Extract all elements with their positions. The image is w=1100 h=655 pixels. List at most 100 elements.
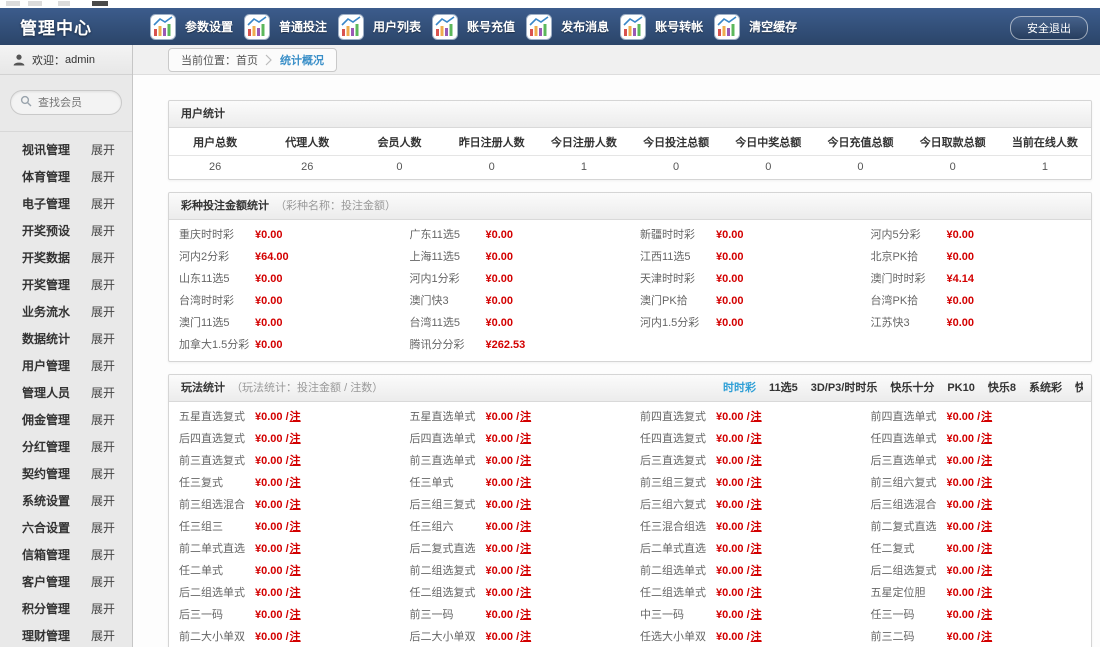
sidebar-item[interactable]: 理财管理 展开	[0, 622, 132, 647]
member-search	[0, 75, 132, 132]
play-unit-link[interactable]: 注	[290, 494, 301, 516]
play-unit-link[interactable]: 注	[520, 626, 531, 647]
nav-item-label: 账号充值	[467, 20, 516, 34]
play-unit-link[interactable]: 注	[290, 450, 301, 472]
search-input[interactable]	[38, 96, 116, 109]
lottery-stat-item: 山东11选5 ¥0.00	[169, 268, 400, 290]
nav-item[interactable]: 参数设置	[150, 13, 233, 40]
nav-item[interactable]: 发布消息	[526, 13, 609, 40]
play-stats-tab[interactable]: 快乐8	[988, 375, 1016, 401]
sidebar-item[interactable]: 开奖数据 展开	[0, 244, 132, 271]
play-unit-link[interactable]: 注	[520, 516, 531, 538]
play-unit-link[interactable]: 注	[290, 428, 301, 450]
sidebar-item-label: 契约管理	[22, 467, 71, 481]
lottery-name: 台湾时时彩	[179, 295, 234, 307]
play-unit-link[interactable]: 注	[290, 516, 301, 538]
play-unit-link[interactable]: 注	[751, 626, 762, 647]
sidebar-item[interactable]: 视讯管理 展开	[0, 136, 132, 163]
sidebar-item[interactable]: 客户管理 展开	[0, 568, 132, 595]
play-name: 后二复式直选	[409, 543, 476, 555]
play-unit-link[interactable]: 注	[751, 494, 762, 516]
play-stats-tab[interactable]: 系统彩	[1029, 375, 1062, 401]
play-unit-link[interactable]: 注	[520, 450, 531, 472]
breadcrumb-home[interactable]: 首页	[236, 52, 258, 68]
nav-item[interactable]: 清空缓存	[714, 13, 797, 40]
sidebar-item[interactable]: 开奖管理 展开	[0, 271, 132, 298]
sidebar-item[interactable]: 契约管理 展开	[0, 460, 132, 487]
sidebar-item[interactable]: 数据统计 展开	[0, 325, 132, 352]
play-unit-link[interactable]: 注	[290, 626, 301, 647]
sidebar-item[interactable]: 积分管理 展开	[0, 595, 132, 622]
play-unit-link[interactable]: 注	[290, 560, 301, 582]
play-stat-item: 前二大小单双 ¥0.00 / 注	[169, 626, 400, 647]
sidebar-item[interactable]: 系统设置 展开	[0, 487, 132, 514]
play-name: 任选大小单双	[640, 631, 706, 643]
play-unit-link[interactable]: 注	[751, 516, 762, 538]
play-unit-link[interactable]: 注	[520, 472, 531, 494]
sidebar-item[interactable]: 业务流水 展开	[0, 298, 132, 325]
nav-menu: 参数设置 普通投注 用户列表 账号充值 发布消息 账号转帐 清空缓存	[150, 13, 1100, 40]
play-unit-link[interactable]: 注	[520, 406, 531, 428]
sidebar-item[interactable]: 分红管理 展开	[0, 433, 132, 460]
play-unit-link[interactable]: 注	[981, 494, 992, 516]
play-unit-link[interactable]: 注	[520, 560, 531, 582]
play-unit-link[interactable]: 注	[751, 582, 762, 604]
play-stats-tab[interactable]: 快3	[1075, 375, 1083, 401]
play-unit-link[interactable]: 注	[520, 604, 531, 626]
nav-item[interactable]: 账号充值	[432, 13, 516, 40]
sidebar-item[interactable]: 佣金管理 展开	[0, 406, 132, 433]
play-unit-link[interactable]: 注	[981, 560, 992, 582]
sidebar-item[interactable]: 体育管理 展开	[0, 163, 132, 190]
breadcrumb-current[interactable]: 统计概况	[280, 52, 324, 68]
user-stats-title: 用户统计	[181, 108, 225, 120]
play-unit-link[interactable]: 注	[520, 428, 531, 450]
sidebar-item[interactable]: 开奖预设 展开	[0, 217, 132, 244]
play-amount: ¥0.00 /	[716, 455, 750, 467]
sidebar-item[interactable]: 六合设置 展开	[0, 514, 132, 541]
chart-icon	[338, 13, 365, 40]
play-unit-link[interactable]: 注	[751, 472, 762, 494]
play-unit-link[interactable]: 注	[290, 406, 301, 428]
play-unit-link[interactable]: 注	[290, 604, 301, 626]
play-unit-link[interactable]: 注	[981, 472, 992, 494]
nav-item[interactable]: 账号转帐	[620, 13, 704, 40]
user-stats-value-cell: 26	[208, 161, 222, 173]
logout-button[interactable]: 安全退出	[1010, 16, 1088, 40]
play-unit-link[interactable]: 注	[981, 604, 992, 626]
play-stats-tab[interactable]: 11选5	[769, 375, 798, 401]
play-unit-link[interactable]: 注	[751, 604, 762, 626]
play-unit-link[interactable]: 注	[751, 560, 762, 582]
play-unit-link[interactable]: 注	[751, 450, 762, 472]
play-stats-tab[interactable]: 3D/P3/时时乐	[811, 375, 878, 401]
play-unit-link[interactable]: 注	[981, 428, 992, 450]
nav-item[interactable]: 普通投注	[244, 13, 327, 40]
play-stats-tab[interactable]: 快乐十分	[890, 375, 934, 401]
play-unit-link[interactable]: 注	[520, 582, 531, 604]
play-unit-link[interactable]: 注	[981, 538, 992, 560]
sidebar-item[interactable]: 管理人员 展开	[0, 379, 132, 406]
play-unit-link[interactable]: 注	[290, 538, 301, 560]
play-unit-link[interactable]: 注	[290, 472, 301, 494]
play-unit-link[interactable]: 注	[981, 406, 992, 428]
nav-item-label: 账号转帐	[655, 20, 704, 34]
play-unit-link[interactable]: 注	[751, 428, 762, 450]
nav-item[interactable]: 用户列表	[338, 13, 421, 40]
play-stats-tab[interactable]: 时时彩	[723, 375, 756, 401]
sidebar-item[interactable]: 用户管理 展开	[0, 352, 132, 379]
sidebar-item[interactable]: 电子管理 展开	[0, 190, 132, 217]
play-unit-link[interactable]: 注	[751, 406, 762, 428]
play-stats-tabs: 时时彩 11选5 3D/P3/时时乐快乐十分 PK10 快乐8 系统彩快3	[710, 375, 1083, 401]
play-unit-link[interactable]: 注	[520, 538, 531, 560]
play-unit-link[interactable]: 注	[751, 538, 762, 560]
play-stats-tab[interactable]: PK10	[947, 375, 975, 401]
play-unit-link[interactable]: 注	[981, 626, 992, 647]
play-unit-link[interactable]: 注	[520, 494, 531, 516]
sidebar-item[interactable]: 信箱管理 展开	[0, 541, 132, 568]
play-amount: ¥0.00 /	[716, 587, 750, 599]
play-amount: ¥0.00 /	[946, 499, 981, 511]
play-unit-link[interactable]: 注	[981, 582, 992, 604]
play-unit-link[interactable]: 注	[981, 450, 992, 472]
lottery-stat-item: 台湾PK拾 ¥0.00	[861, 290, 1092, 312]
play-unit-link[interactable]: 注	[290, 582, 301, 604]
play-unit-link[interactable]: 注	[981, 516, 992, 538]
